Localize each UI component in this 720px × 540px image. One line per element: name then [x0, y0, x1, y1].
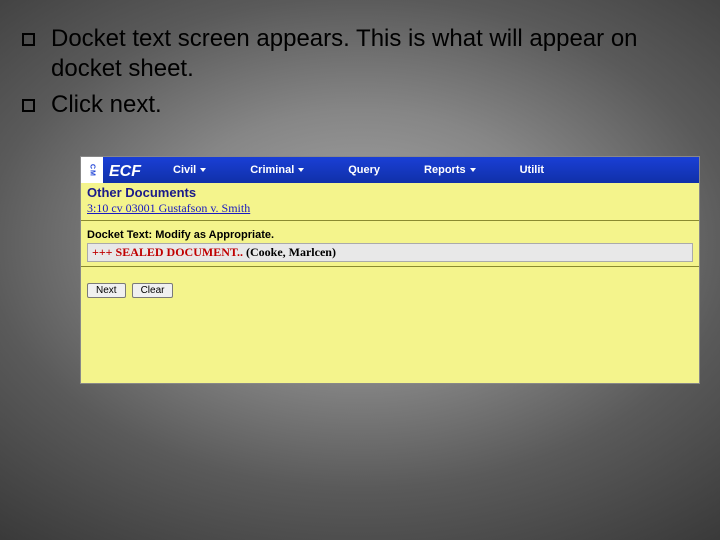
nav-label: Utilit: [520, 164, 544, 176]
bullet-marker-icon: [22, 33, 35, 46]
case-link[interactable]: 3:10 cv 03001 Gustafson v. Smith: [81, 201, 699, 220]
docket-sealed-text: +++ SEALED DOCUMENT..: [92, 245, 243, 259]
chevron-down-icon: [298, 168, 304, 172]
ecf-navbar: CM ECF Civil Criminal Query Reports Util…: [81, 157, 699, 183]
next-button[interactable]: Next: [87, 283, 126, 298]
nav-label: Reports: [424, 164, 466, 176]
nav-label: Query: [348, 164, 380, 176]
ecf-logo: CM ECF: [81, 157, 151, 183]
chevron-down-icon: [470, 168, 476, 172]
logo-cm-block: CM: [81, 157, 103, 183]
docket-text-label: Docket Text: Modify as Appropriate.: [81, 221, 699, 243]
button-row: Next Clear: [81, 267, 699, 306]
nav-criminal[interactable]: Criminal: [228, 164, 326, 176]
logo-ecf-text: ECF: [103, 160, 151, 181]
bullet-item: Docket text screen appears. This is what…: [22, 24, 680, 84]
nav-label: Criminal: [250, 164, 294, 176]
bullet-text: Docket text screen appears. This is what…: [51, 24, 680, 84]
docket-filer-text: (Cooke, Marlcen): [243, 245, 336, 259]
nav-civil[interactable]: Civil: [151, 164, 228, 176]
nav-reports[interactable]: Reports: [402, 164, 498, 176]
nav-query[interactable]: Query: [326, 164, 402, 176]
nav-utilities[interactable]: Utilit: [498, 164, 566, 176]
clear-button[interactable]: Clear: [132, 283, 174, 298]
bullet-marker-icon: [22, 99, 35, 112]
bullet-list: Docket text screen appears. This is what…: [22, 24, 680, 126]
nav-label: Civil: [173, 164, 196, 176]
chevron-down-icon: [200, 168, 206, 172]
ecf-screenshot: CM ECF Civil Criminal Query Reports Util…: [80, 156, 700, 384]
section-title: Other Documents: [81, 183, 699, 201]
bullet-item: Click next.: [22, 90, 680, 120]
docket-text-box: +++ SEALED DOCUMENT.. (Cooke, Marlcen): [87, 243, 693, 262]
nav-menu: Civil Criminal Query Reports Utilit: [151, 157, 699, 183]
bullet-text: Click next.: [51, 90, 162, 120]
